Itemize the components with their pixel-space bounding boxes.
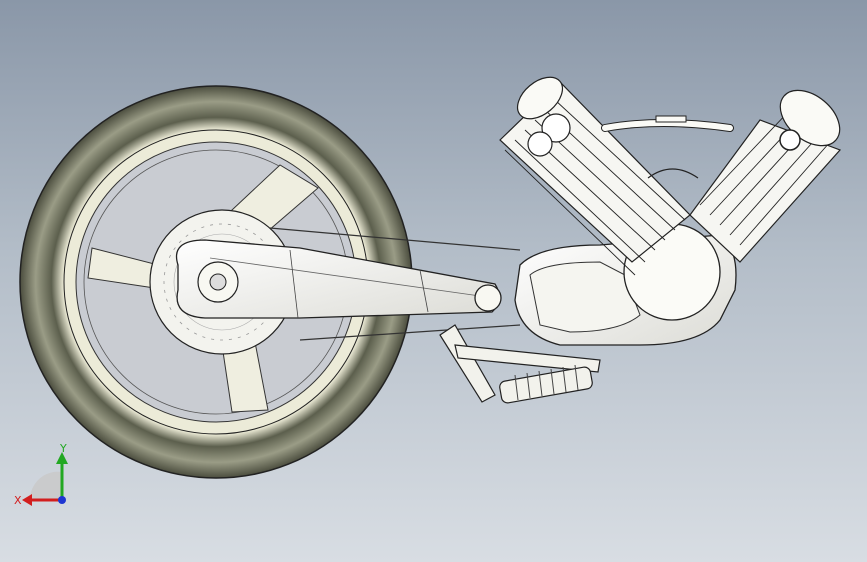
- motorcycle-assembly-model[interactable]: [0, 0, 867, 562]
- coordinate-triad: Y X: [14, 442, 68, 507]
- graphics-viewport[interactable]: Y X: [0, 0, 867, 562]
- swingarm-pivot: [474, 284, 502, 312]
- x-axis-label: X: [14, 494, 22, 507]
- axle-nut: [197, 261, 239, 303]
- y-axis-label: Y: [59, 442, 67, 455]
- front-cylinder[interactable]: [689, 79, 850, 263]
